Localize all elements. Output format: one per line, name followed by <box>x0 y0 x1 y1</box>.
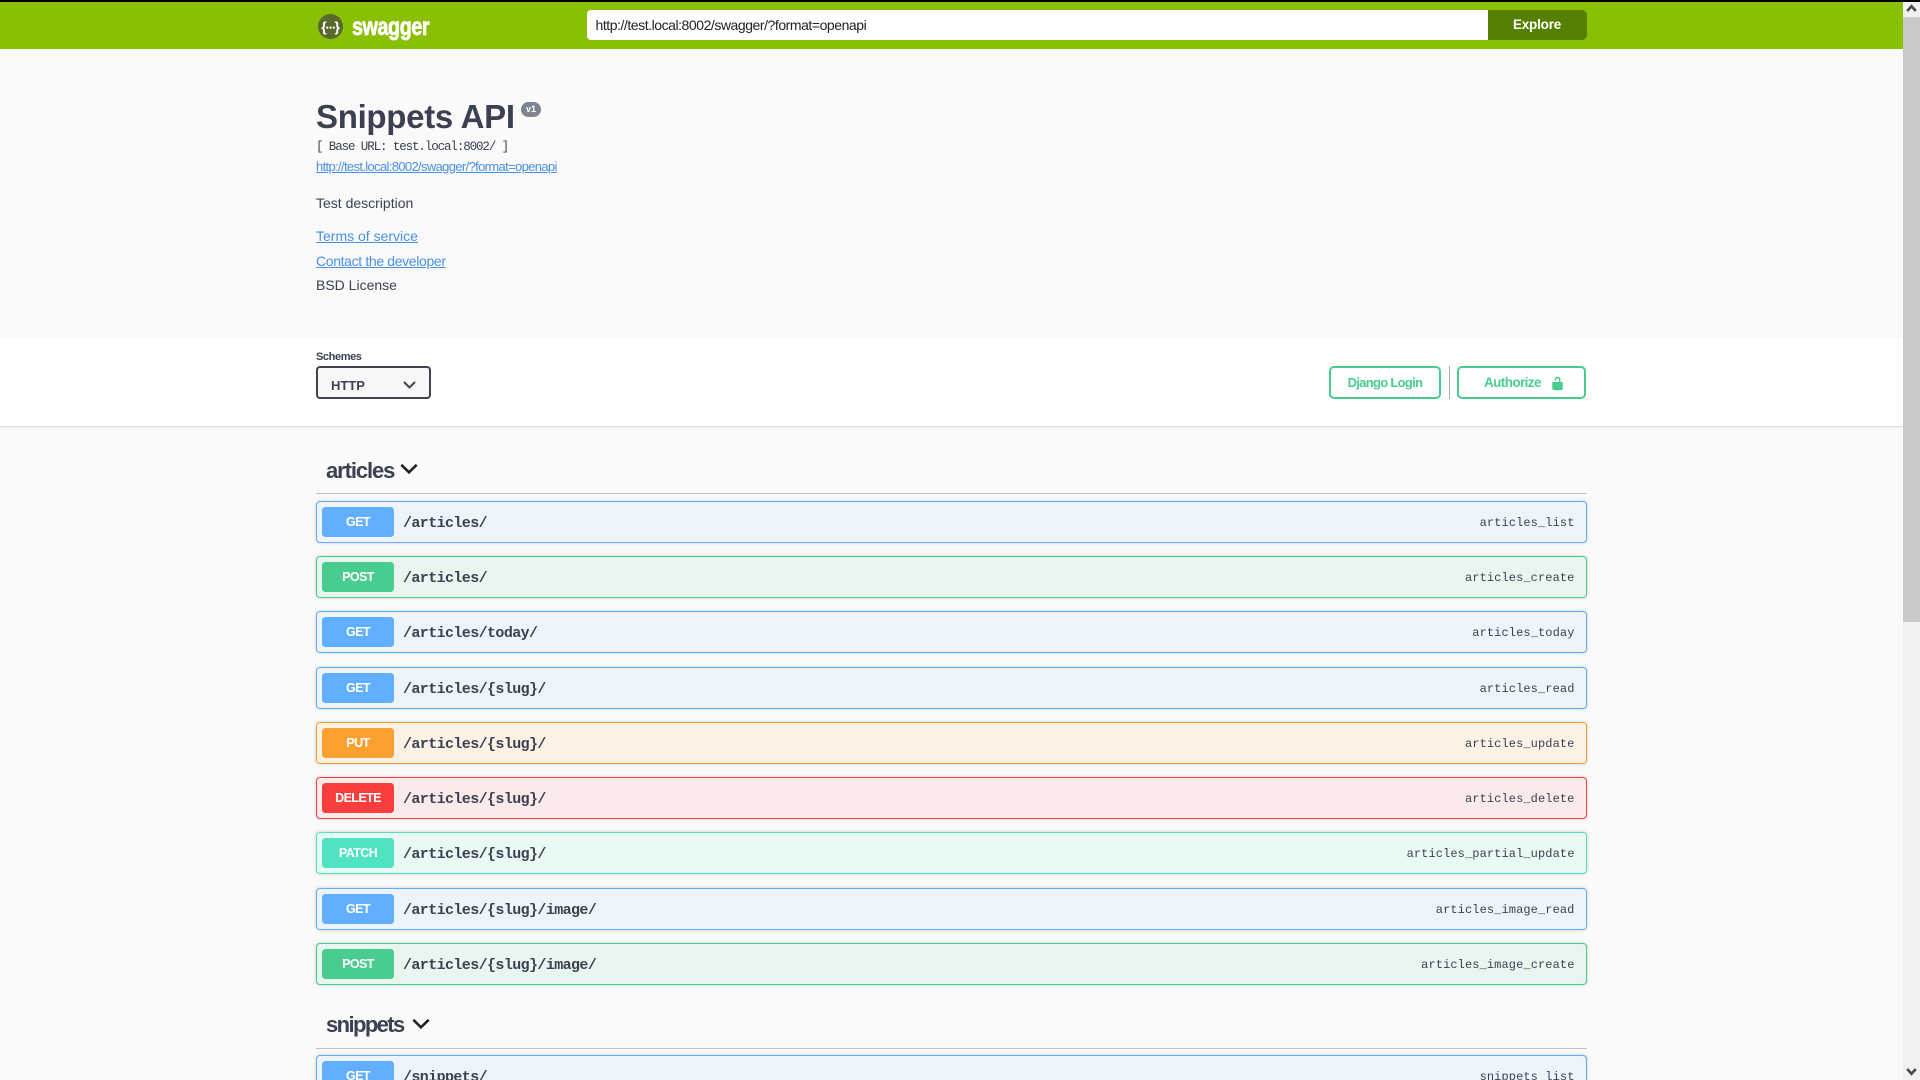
svg-text:{: { <box>321 18 327 34</box>
svg-text:}: } <box>335 18 341 34</box>
